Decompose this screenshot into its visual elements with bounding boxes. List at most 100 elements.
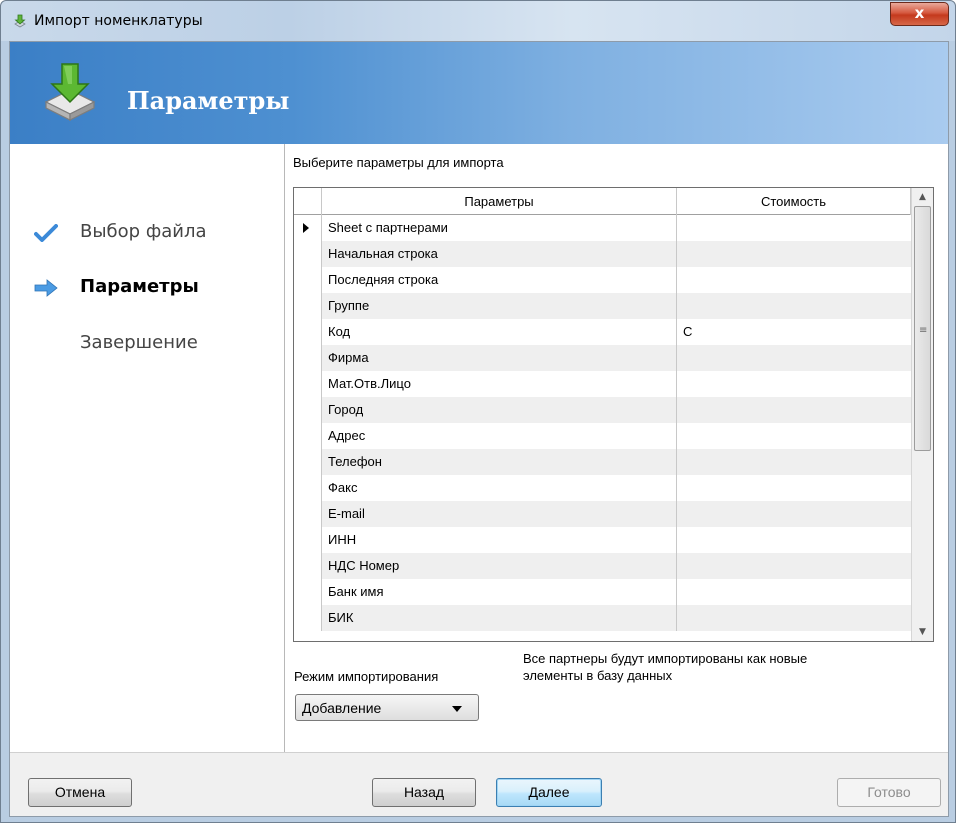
row-selector[interactable] <box>294 267 322 293</box>
back-button[interactable]: Назад <box>372 778 476 807</box>
table-row[interactable]: Группе <box>294 293 911 319</box>
cell-value[interactable] <box>677 501 911 527</box>
cell-parameter[interactable]: ИНН <box>322 527 677 553</box>
table-row[interactable]: Город <box>294 397 911 423</box>
cell-parameter[interactable]: Код <box>322 319 677 345</box>
chevron-down-icon <box>452 706 462 712</box>
grip-icon: ≡ <box>919 325 928 336</box>
step-file-selection: Выбор файла <box>34 221 254 247</box>
page-title: Параметры <box>127 86 290 115</box>
cell-parameter[interactable]: НДС Номер <box>322 553 677 579</box>
cancel-button[interactable]: Отмена <box>28 778 132 807</box>
dialog-client-area: Параметры Выбор файла Параметры Завершен… <box>9 41 949 817</box>
scroll-down-icon[interactable]: ▼ <box>912 623 933 641</box>
scroll-up-icon[interactable]: ▲ <box>912 188 933 206</box>
cell-value[interactable] <box>677 475 911 501</box>
cell-value[interactable] <box>677 345 911 371</box>
cell-parameter[interactable]: Последняя строка <box>322 267 677 293</box>
row-selector[interactable] <box>294 423 322 449</box>
title-bar[interactable]: Импорт номенклатуры x <box>1 1 955 41</box>
cell-value[interactable] <box>677 605 911 631</box>
row-selector[interactable] <box>294 215 322 241</box>
close-button[interactable]: x <box>890 2 949 26</box>
row-selector[interactable] <box>294 449 322 475</box>
grid-rows: Sheet с партнерами Начальная строка Послед… <box>294 215 911 641</box>
header-banner: Параметры <box>10 42 948 144</box>
step-label: Выбор файла <box>80 221 207 242</box>
current-row-icon <box>303 223 309 233</box>
import-mode-value: Добавление <box>302 700 382 716</box>
cell-value[interactable] <box>677 293 911 319</box>
row-selector[interactable] <box>294 371 322 397</box>
cell-parameter[interactable]: Мат.Отв.Лицо <box>322 371 677 397</box>
cell-parameter[interactable]: Фирма <box>322 345 677 371</box>
row-selector[interactable] <box>294 319 322 345</box>
import-box-icon <box>44 63 96 121</box>
table-row[interactable]: Банк имя <box>294 579 911 605</box>
table-row[interactable]: Начальная строка <box>294 241 911 267</box>
grid-header: Параметры Стоимость <box>294 188 911 215</box>
parameters-grid[interactable]: Параметры Стоимость Sheet с партнерами На… <box>293 187 934 642</box>
cell-value[interactable]: C <box>677 319 911 345</box>
cell-value[interactable] <box>677 267 911 293</box>
arrow-right-icon <box>34 279 58 297</box>
row-selector[interactable] <box>294 527 322 553</box>
import-mode-dropdown[interactable]: Добавление <box>295 694 479 721</box>
cell-parameter[interactable]: Телефон <box>322 449 677 475</box>
step-parameters: Параметры <box>34 276 254 302</box>
next-button[interactable]: Далее <box>496 778 602 807</box>
cell-value[interactable] <box>677 371 911 397</box>
row-selector[interactable] <box>294 475 322 501</box>
table-row[interactable]: НДС Номер <box>294 553 911 579</box>
row-selector[interactable] <box>294 345 322 371</box>
row-selector[interactable] <box>294 241 322 267</box>
row-selector[interactable] <box>294 293 322 319</box>
row-selector-header <box>294 188 322 215</box>
table-row[interactable]: Телефон <box>294 449 911 475</box>
cell-value[interactable] <box>677 215 911 241</box>
cell-value[interactable] <box>677 423 911 449</box>
cell-value[interactable] <box>677 553 911 579</box>
row-selector[interactable] <box>294 501 322 527</box>
row-selector[interactable] <box>294 553 322 579</box>
cell-parameter[interactable]: Город <box>322 397 677 423</box>
column-header-parameters[interactable]: Параметры <box>322 188 677 215</box>
cell-value[interactable] <box>677 241 911 267</box>
table-row[interactable]: Sheet с партнерами <box>294 215 911 241</box>
vertical-scrollbar[interactable]: ▲ ≡ ▼ <box>911 188 933 641</box>
cell-parameter[interactable]: Факс <box>322 475 677 501</box>
sidebar-divider <box>284 144 285 752</box>
scrollbar-thumb[interactable]: ≡ <box>914 206 931 451</box>
window-title: Импорт номенклатуры <box>34 13 203 29</box>
cell-parameter[interactable]: Группе <box>322 293 677 319</box>
import-mode-label: Режим импортирования <box>294 669 439 684</box>
table-row[interactable]: E-mail <box>294 501 911 527</box>
cell-parameter[interactable]: Sheet с партнерами <box>322 215 677 241</box>
cell-parameter[interactable]: БИК <box>322 605 677 631</box>
cell-value[interactable] <box>677 527 911 553</box>
table-row[interactable]: БИК <box>294 605 911 631</box>
import-mode-description-line: Все партнеры будут импортированы как нов… <box>523 651 808 666</box>
table-row[interactable]: Код C <box>294 319 911 345</box>
cell-parameter[interactable]: Начальная строка <box>322 241 677 267</box>
column-header-value[interactable]: Стоимость <box>677 188 911 215</box>
import-mode-description-line: элементы в базу данных <box>523 668 673 683</box>
cell-value[interactable] <box>677 397 911 423</box>
cell-value[interactable] <box>677 579 911 605</box>
row-selector[interactable] <box>294 397 322 423</box>
import-arrow-icon <box>14 14 26 28</box>
cell-value[interactable] <box>677 449 911 475</box>
table-row[interactable]: Адрес <box>294 423 911 449</box>
cell-parameter[interactable]: Адрес <box>322 423 677 449</box>
cell-parameter[interactable]: E-mail <box>322 501 677 527</box>
cell-parameter[interactable]: Банк имя <box>322 579 677 605</box>
table-row[interactable]: ИНН <box>294 527 911 553</box>
table-row[interactable]: Последняя строка <box>294 267 911 293</box>
step-label: Завершение <box>80 332 198 353</box>
table-row[interactable]: Мат.Отв.Лицо <box>294 371 911 397</box>
table-row[interactable]: Факс <box>294 475 911 501</box>
row-selector[interactable] <box>294 579 322 605</box>
row-selector[interactable] <box>294 605 322 631</box>
close-icon: x <box>914 4 925 22</box>
table-row[interactable]: Фирма <box>294 345 911 371</box>
